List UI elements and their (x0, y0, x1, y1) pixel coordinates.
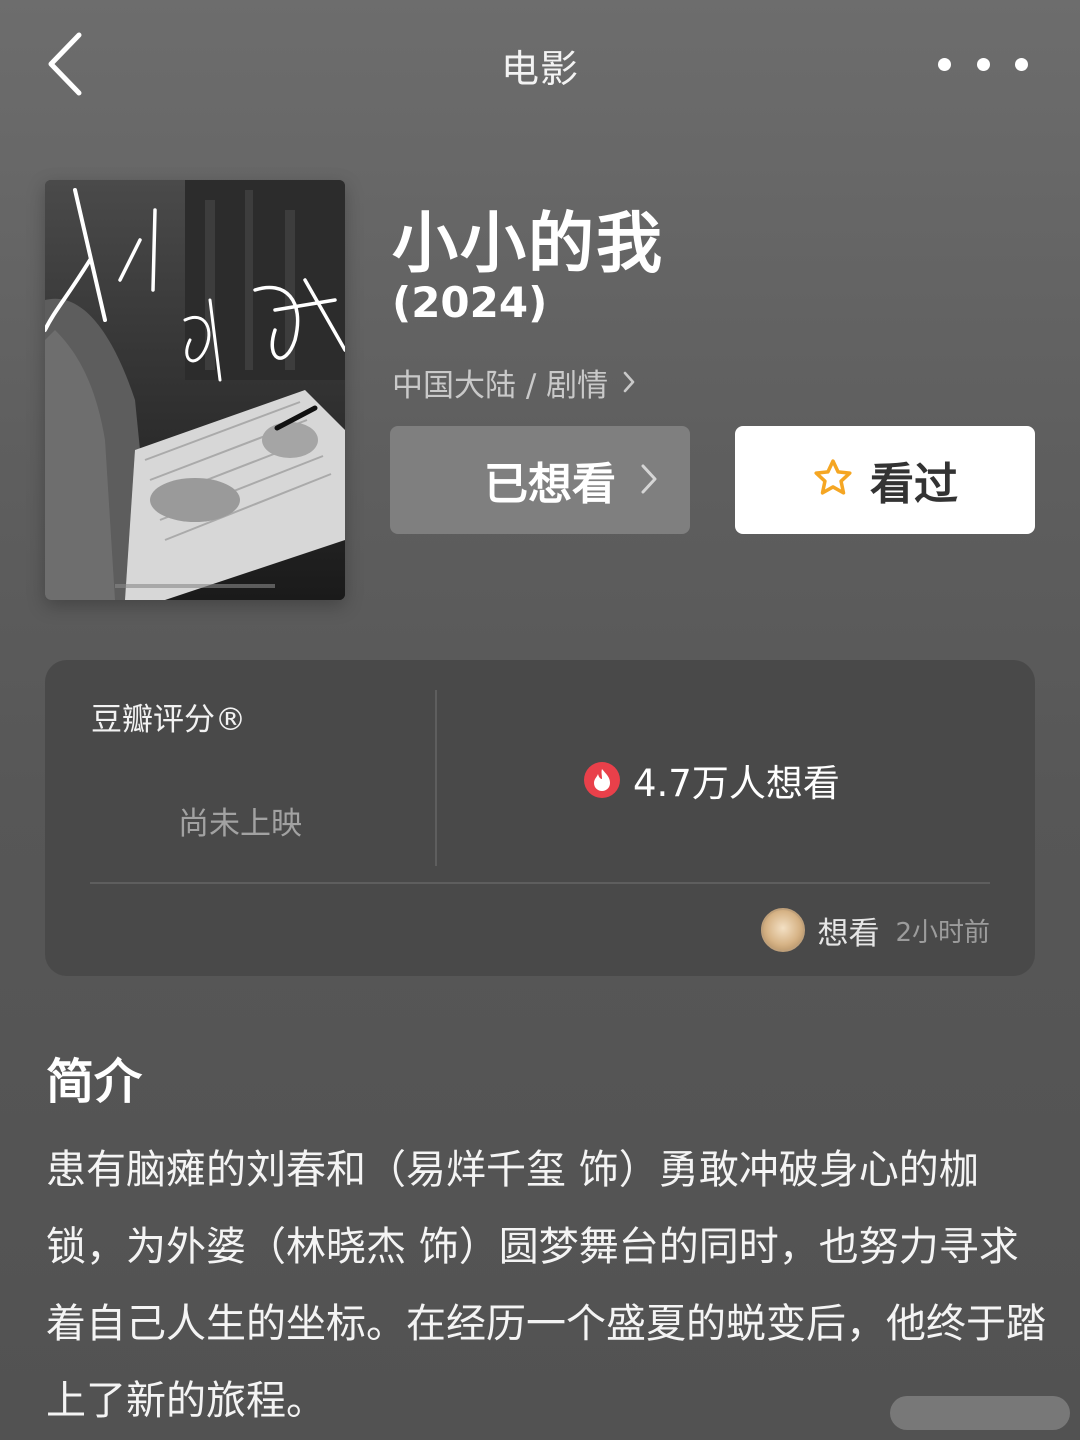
user-activity-time: 2小时前 (895, 917, 990, 948)
vertical-divider (435, 690, 437, 866)
chevron-right-icon (640, 462, 658, 500)
user-activity-status: 想看 (817, 915, 880, 952)
watermark (890, 1396, 1070, 1430)
rating-card: 豆瓣评分® 尚未上映 4.7万人想看 想看 2小时前 (45, 660, 1035, 976)
movie-title: 小小的我 (392, 205, 664, 282)
horizontal-divider (90, 882, 990, 884)
intro-text: 患有脑瘫的刘春和（易烊千玺 饰）勇敢冲破身心的枷锁，为外婆（林晓杰 饰）圆梦舞台… (46, 1147, 1046, 1424)
watched-button[interactable]: 看过 (735, 426, 1035, 534)
movie-meta-text: 中国大陆 / 剧情 (392, 367, 609, 404)
chevron-right-icon (622, 370, 636, 394)
page-title: 电影 (500, 47, 579, 91)
more-options-button[interactable] (938, 40, 1028, 88)
user-activity[interactable]: 想看 2小时前 (761, 906, 990, 954)
star-outline-icon (812, 457, 854, 503)
poster-image (45, 180, 345, 600)
movie-meta-link[interactable]: 中国大陆 / 剧情 (392, 360, 636, 404)
movie-poster[interactable] (45, 180, 345, 600)
fire-icon (583, 761, 621, 799)
wish-to-watch-button[interactable]: 已想看 (390, 426, 690, 534)
wish-to-watch-label: 已想看 (484, 459, 616, 510)
wish-count-link[interactable]: 4.7万人想看 (583, 756, 840, 805)
rating-status: 尚未上映 (178, 806, 302, 842)
user-avatar (761, 908, 806, 952)
movie-year: (2024) (392, 278, 548, 327)
top-nav-bar: 电影 (0, 0, 1080, 130)
douban-rating-label: 豆瓣评分® (91, 702, 246, 738)
intro-heading: 简介 (46, 1054, 143, 1110)
more-dots-icon (938, 57, 951, 71)
watched-label: 看过 (870, 459, 958, 510)
wish-count-text: 4.7万人想看 (633, 762, 840, 805)
